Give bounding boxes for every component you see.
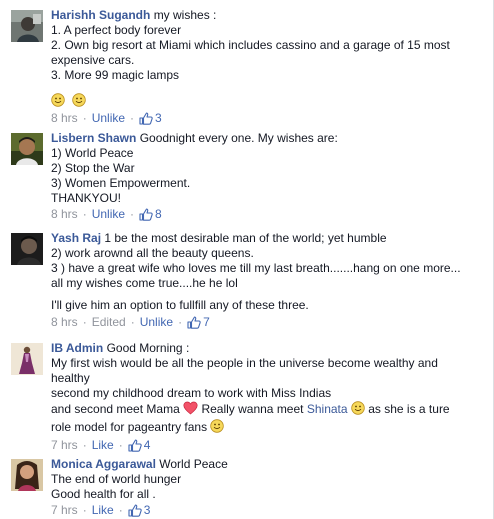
comment-text: healthy xyxy=(51,371,90,385)
separator: · xyxy=(118,503,123,517)
smiley-icon xyxy=(210,419,225,437)
like-count[interactable]: 8 xyxy=(139,207,162,222)
comment-text: role model for pageantry fans xyxy=(51,420,208,434)
comment-text: 3 ) have a great wife who loves me till … xyxy=(51,261,461,275)
timestamp[interactable]: 8 hrs xyxy=(51,207,78,222)
smiley-icon xyxy=(51,93,65,110)
like-count-value: 8 xyxy=(155,207,162,221)
mention-link[interactable]: Shinata xyxy=(307,402,348,416)
thumbs-up-icon xyxy=(139,112,153,125)
author-name[interactable]: Lisbern Shawn xyxy=(51,131,136,145)
thumbs-up-icon xyxy=(128,439,142,452)
comment-text: 1) World Peace xyxy=(51,146,134,160)
author-name[interactable]: Yash Raj xyxy=(51,231,101,245)
separator: · xyxy=(82,315,87,329)
comment-text: and second meet Mama xyxy=(51,402,180,416)
separator: · xyxy=(178,315,183,329)
author-name[interactable]: Monica Aggarawal xyxy=(51,457,156,471)
comment-text: My first wish would be all the people in… xyxy=(51,356,438,370)
avatar[interactable] xyxy=(11,459,43,491)
avatar[interactable] xyxy=(11,133,43,165)
comment-text: 2) Stop the War xyxy=(51,161,135,175)
like-link[interactable]: Like xyxy=(92,503,114,518)
comment-text: expensive cars. xyxy=(51,53,135,67)
unlike-link[interactable]: Unlike xyxy=(92,111,125,126)
separator: · xyxy=(130,315,135,329)
author-name[interactable]: Harishh Sugandh xyxy=(51,8,150,22)
comment-text: 2) work arownd all the beauty queens. xyxy=(51,246,254,260)
separator: · xyxy=(130,111,135,125)
comment-text: all my wishes come true....he he lol xyxy=(51,276,238,290)
comment-text: 2. Own big resort at Miami which include… xyxy=(51,38,450,52)
like-count[interactable]: 3 xyxy=(128,503,151,518)
like-link[interactable]: Like xyxy=(92,438,114,453)
like-count-value: 4 xyxy=(143,438,151,452)
like-count[interactable]: 4 xyxy=(128,438,151,453)
comment-text: my wishes : xyxy=(153,8,217,22)
comment-text: Good Morning : xyxy=(106,341,190,355)
comment-text: World Peace xyxy=(159,457,228,471)
comment-text: second my childhood dream to work with M… xyxy=(51,386,332,400)
like-count-value: 3 xyxy=(155,111,162,125)
edited-label[interactable]: Edited xyxy=(92,315,126,330)
separator: · xyxy=(82,111,87,125)
comment-text: 1. A perfect body forever xyxy=(51,23,182,37)
comment-text: I'll give him an option to fullfill any … xyxy=(51,298,309,312)
comment-text: 1 be the most desirable man of the world… xyxy=(104,231,387,245)
avatar[interactable] xyxy=(11,10,43,42)
comment-text: Goodnight every one. My wishes are: xyxy=(139,131,338,145)
comment-text: Really wanna meet xyxy=(201,402,304,416)
separator: · xyxy=(82,438,87,452)
heart-icon xyxy=(183,401,198,419)
like-count-value: 3 xyxy=(143,503,151,517)
timestamp[interactable]: 8 hrs xyxy=(51,315,78,330)
thumbs-up-icon xyxy=(187,316,201,329)
thumbs-up-icon xyxy=(128,504,142,517)
timestamp[interactable]: 7 hrs xyxy=(51,503,78,518)
timestamp[interactable]: 7 hrs xyxy=(51,438,78,453)
thumbs-up-icon xyxy=(139,208,153,221)
comment-text: 3. More 99 magic lamps xyxy=(51,68,180,82)
comment-text: The end of world hunger xyxy=(51,472,182,486)
smiley-icon xyxy=(72,93,87,110)
comments-panel: Harishh Sugandh my wishes : 1. A perfect… xyxy=(0,0,494,519)
timestamp[interactable]: 8 hrs xyxy=(51,111,78,126)
avatar[interactable] xyxy=(11,343,43,375)
like-count[interactable]: 3 xyxy=(139,111,162,126)
comment-text: 3) Women Empowerment. xyxy=(51,176,191,190)
unlike-link[interactable]: Unlike xyxy=(140,315,173,330)
separator: · xyxy=(130,207,135,221)
like-count[interactable]: 7 xyxy=(187,315,210,330)
comment-text: Good health for all . xyxy=(51,487,156,501)
separator: · xyxy=(118,438,123,452)
unlike-link[interactable]: Unlike xyxy=(92,207,125,222)
author-name[interactable]: IB Admin xyxy=(51,341,103,355)
smiley-icon xyxy=(351,401,365,419)
avatar[interactable] xyxy=(11,233,43,265)
comment-text: as she is a ture xyxy=(368,402,450,416)
comment-text: THANKYOU! xyxy=(51,191,122,205)
separator: · xyxy=(82,207,87,221)
separator: · xyxy=(82,503,87,517)
like-count-value: 7 xyxy=(203,315,210,329)
